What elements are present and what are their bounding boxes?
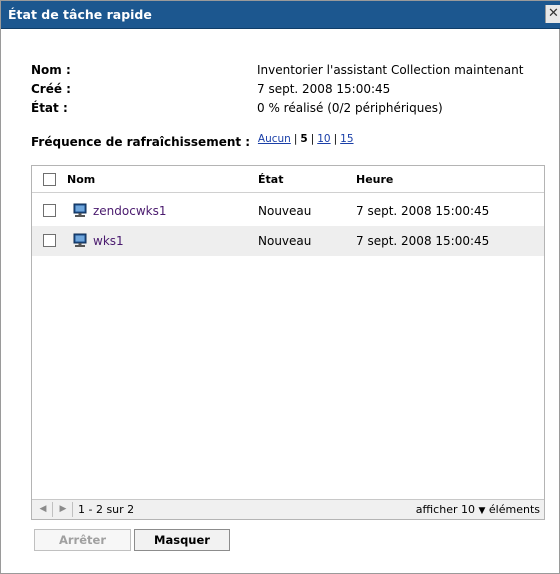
created-label: Créé : <box>31 82 71 96</box>
devices-table: Nom État Heure zendocwks1 Nouveau 7 sept… <box>31 165 545 520</box>
refresh-option-5: 5 <box>300 133 308 145</box>
row-checkbox[interactable] <box>43 234 56 247</box>
refresh-label: Fréquence de rafraîchissement : <box>31 135 251 149</box>
status-label: État : <box>31 101 68 115</box>
name-value: Inventorier l'assistant Collection maint… <box>257 63 524 77</box>
refresh-option-none[interactable]: Aucun <box>258 133 291 145</box>
dropdown-arrow-icon: ▼ <box>478 506 486 516</box>
show-label: afficher <box>415 503 458 516</box>
pagination-divider <box>72 502 73 517</box>
pagination-divider <box>52 502 53 517</box>
quick-task-status-dialog: État de tâche rapide ✕ Nom : Inventorier… <box>0 0 560 574</box>
refresh-option-15[interactable]: 15 <box>340 133 353 145</box>
column-header-time[interactable]: Heure <box>356 173 393 186</box>
refresh-option-10[interactable]: 10 <box>317 133 330 145</box>
table-row: zendocwks1 Nouveau 7 sept. 2008 15:00:45 <box>32 196 544 226</box>
close-icon[interactable]: ✕ <box>545 5 560 23</box>
pagination-bar: ◀ ▶ 1 - 2 sur 2 afficher 10 ▼ éléments <box>32 499 544 519</box>
status-value: 0 % réalisé (0/2 périphériques) <box>257 101 443 115</box>
table-row: wks1 Nouveau 7 sept. 2008 15:00:45 <box>32 226 544 256</box>
previous-page-icon[interactable]: ◀ <box>36 502 50 516</box>
refresh-frequency: Fréquence de rafraîchissement : Aucun | 5 |… <box>31 133 354 149</box>
workstation-icon <box>73 233 87 247</box>
created-value: 7 sept. 2008 15:00:45 <box>257 82 391 96</box>
page-size-select[interactable]: 10 ▼ <box>461 503 485 516</box>
select-all-checkbox[interactable] <box>43 173 56 186</box>
column-header-status[interactable]: État <box>258 173 283 186</box>
hide-button[interactable]: Masquer <box>134 529 230 551</box>
page-size-control: afficher 10 ▼ éléments <box>416 503 540 516</box>
table-header: Nom État Heure <box>32 166 544 193</box>
column-header-name[interactable]: Nom <box>67 173 95 186</box>
dialog-title: État de tâche rapide <box>8 7 152 22</box>
device-status: Nouveau <box>258 234 312 248</box>
device-status: Nouveau <box>258 204 312 218</box>
device-link[interactable]: zendocwks1 <box>93 204 167 218</box>
device-time: 7 sept. 2008 15:00:45 <box>356 204 490 218</box>
pagination-range: 1 - 2 sur 2 <box>78 503 135 516</box>
dialog-titlebar: État de tâche rapide ✕ <box>1 1 560 29</box>
workstation-icon <box>73 203 87 217</box>
device-time: 7 sept. 2008 15:00:45 <box>356 234 490 248</box>
device-link[interactable]: wks1 <box>93 234 124 248</box>
name-label: Nom : <box>31 63 71 77</box>
stop-button[interactable]: Arrêter <box>34 529 131 551</box>
items-label: éléments <box>488 503 540 516</box>
row-checkbox[interactable] <box>43 204 56 217</box>
next-page-icon[interactable]: ▶ <box>56 502 70 516</box>
